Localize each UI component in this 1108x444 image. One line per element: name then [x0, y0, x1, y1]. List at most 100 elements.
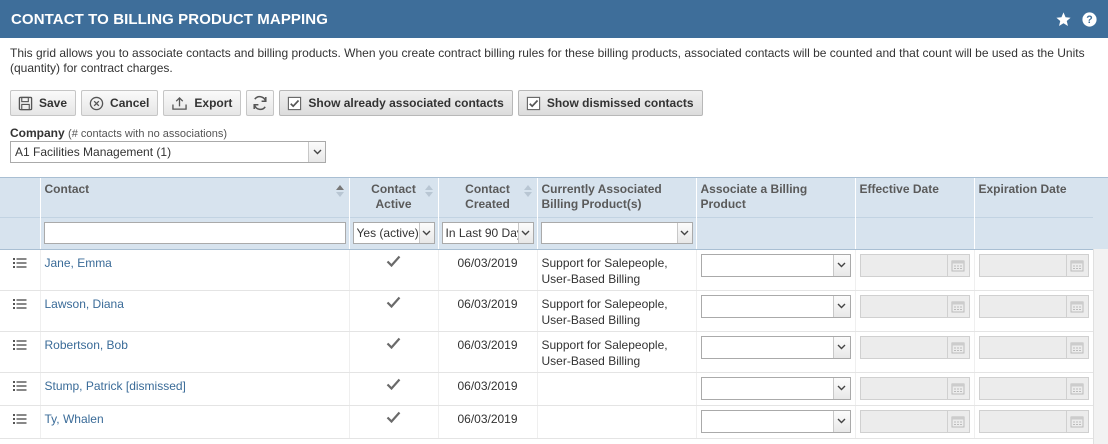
expiration-date-cell	[974, 405, 1094, 439]
page-description: This grid allows you to associate contac…	[10, 46, 1085, 75]
contact-cell: Jane, Emma	[40, 249, 350, 291]
filter-expiration-cell	[974, 216, 1094, 250]
current-products-line: Support for Salepeople,	[541, 296, 668, 311]
associate-cell	[696, 290, 856, 332]
col-expiration-header: Expiration Date	[974, 178, 1094, 217]
show-associated-toggle[interactable]: Show already associated contacts	[279, 90, 513, 116]
effective-date-input[interactable]	[859, 335, 970, 359]
calendar-icon[interactable]	[1065, 254, 1088, 276]
active-filter-value: Yes (active)	[356, 226, 419, 240]
effective-date-input[interactable]	[859, 253, 970, 277]
effective-date-input[interactable]	[859, 294, 970, 318]
calendar-icon[interactable]	[946, 410, 969, 432]
associate-cell	[696, 405, 856, 439]
show-dismissed-toggle[interactable]: Show dismissed contacts	[517, 90, 703, 116]
grid-body: Jane, Emma 06/03/2019 Support for Salepe…	[0, 249, 1094, 439]
export-icon	[172, 96, 188, 110]
save-button[interactable]: Save	[10, 90, 77, 116]
contact-cell: Lawson, Diana	[40, 290, 350, 332]
created-cell: 06/03/2019	[438, 331, 538, 373]
calendar-icon[interactable]	[1065, 410, 1088, 432]
active-cell	[349, 372, 439, 406]
company-label: Company (# contacts with no associations…	[10, 126, 227, 140]
col-current-products-header: Currently Associated Billing Product(s)	[537, 178, 697, 217]
calendar-icon[interactable]	[1065, 336, 1088, 358]
contact-link[interactable]: Ty, Whalen	[45, 412, 104, 426]
effective-date-input[interactable]	[859, 409, 970, 433]
table-row: Jane, Emma 06/03/2019 Support for Salepe…	[0, 249, 1094, 291]
calendar-icon[interactable]	[946, 336, 969, 358]
calendar-icon[interactable]	[946, 377, 969, 399]
page-header: CONTACT TO BILLING PRODUCT MAPPING ?	[0, 0, 1108, 38]
associate-product-select[interactable]	[700, 376, 851, 400]
created-cell: 06/03/2019	[438, 290, 538, 332]
created-filter-select[interactable]: In Last 90 Days	[441, 222, 534, 244]
contact-link[interactable]: Stump, Patrick [dismissed]	[45, 379, 186, 393]
active-cell	[349, 249, 439, 291]
expiration-date-input[interactable]	[978, 294, 1089, 318]
company-label-text: Company	[10, 126, 65, 140]
row-menu-icon[interactable]	[12, 257, 27, 272]
company-select[interactable]: A1 Facilities Management (1)	[10, 141, 326, 163]
expiration-date-input[interactable]	[978, 253, 1089, 277]
calendar-icon[interactable]	[946, 295, 969, 317]
col-contact-header[interactable]: Contact	[40, 178, 350, 217]
associate-product-select[interactable]	[700, 253, 851, 277]
contact-filter-input[interactable]	[43, 222, 346, 244]
current-products-cell: Support for Salepeople, User-Based Billin…	[537, 290, 697, 332]
associate-product-select[interactable]	[700, 409, 851, 433]
expiration-date-cell	[974, 372, 1094, 406]
row-menu-cell	[0, 405, 41, 439]
active-filter-select[interactable]: Yes (active)	[352, 222, 435, 244]
col-associate-header: Associate a Billing Product	[696, 178, 856, 217]
calendar-icon[interactable]	[1065, 377, 1088, 399]
row-menu-cell	[0, 372, 41, 406]
col-expiration-label: Expiration Date	[978, 182, 1067, 196]
col-active-header[interactable]: Contact Active	[349, 178, 439, 217]
row-menu-icon[interactable]	[12, 339, 27, 354]
svg-text:?: ?	[1086, 14, 1092, 26]
refresh-button[interactable]	[246, 90, 275, 116]
row-menu-icon[interactable]	[12, 413, 27, 428]
show-associated-label: Show already associated contacts	[308, 96, 504, 110]
col-menu-header	[0, 178, 41, 217]
associate-cell	[696, 372, 856, 406]
contact-link[interactable]: Robertson, Bob	[45, 338, 128, 352]
row-menu-icon[interactable]	[12, 298, 27, 313]
cancel-button[interactable]: Cancel	[81, 90, 159, 116]
page-title: CONTACT TO BILLING PRODUCT MAPPING	[11, 10, 329, 28]
help-icon[interactable]: ?	[1080, 10, 1098, 28]
chevron-down-icon	[832, 377, 850, 399]
current-products-filter-select[interactable]	[540, 222, 693, 244]
expiration-date-input[interactable]	[978, 335, 1089, 359]
associate-product-select[interactable]	[700, 294, 851, 318]
effective-date-input[interactable]	[859, 376, 970, 400]
save-icon	[18, 96, 33, 110]
expiration-date-input[interactable]	[978, 376, 1089, 400]
contact-link[interactable]: Jane, Emma	[45, 256, 112, 270]
calendar-icon[interactable]	[1065, 295, 1088, 317]
calendar-icon[interactable]	[946, 254, 969, 276]
col-active-label-2: Active	[375, 197, 412, 211]
current-products-cell: Support for Salepeople, User-Based Billin…	[537, 249, 697, 291]
row-menu-icon[interactable]	[12, 380, 27, 395]
col-created-label-2: Created	[465, 197, 510, 211]
chevron-down-icon	[418, 223, 434, 243]
associate-product-select[interactable]	[700, 335, 851, 359]
checkbox-checked-icon	[526, 96, 540, 110]
star-icon[interactable]	[1054, 10, 1072, 28]
current-products-cell	[537, 372, 697, 406]
active-cell	[349, 405, 439, 439]
col-created-header[interactable]: Contact Created	[438, 178, 538, 217]
contact-link[interactable]: Lawson, Diana	[45, 297, 124, 311]
vertical-scrollbar[interactable]	[1093, 178, 1108, 444]
cancel-icon	[89, 96, 104, 110]
contact-cell: Ty, Whalen	[40, 405, 350, 439]
col-current-products-label: Currently Associated Billing Product(s)	[541, 182, 662, 211]
checkmark-icon	[386, 296, 401, 311]
current-products-line: User-Based Billing	[541, 312, 641, 327]
export-button[interactable]: Export	[163, 90, 242, 116]
company-hint: (# contacts with no associations)	[68, 128, 227, 140]
expiration-date-input[interactable]	[978, 409, 1089, 433]
current-products-cell: Support for Salepeople, User-Based Billin…	[537, 331, 697, 373]
